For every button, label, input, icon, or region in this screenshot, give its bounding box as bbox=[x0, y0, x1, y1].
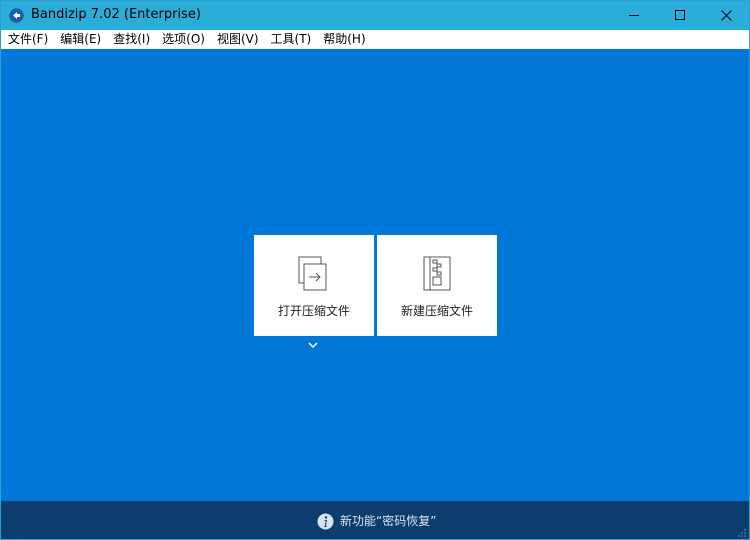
menu-bar: 文件(F) 编辑(E) 查找(I) 选项(O) 视图(V) 工具(T) 帮助(H… bbox=[1, 30, 749, 49]
window-title: Bandizip 7.02 (Enterprise) bbox=[31, 7, 201, 22]
menu-edit[interactable]: 编辑(E) bbox=[54, 31, 107, 48]
menu-options[interactable]: 选项(O) bbox=[156, 31, 211, 48]
maximize-icon bbox=[674, 10, 685, 20]
menu-find[interactable]: 查找(I) bbox=[107, 31, 156, 48]
menu-help[interactable]: 帮助(H) bbox=[317, 31, 371, 48]
open-archive-icon bbox=[298, 256, 327, 291]
main-area: 打开压缩文件 新建压缩文件 bbox=[1, 49, 749, 501]
news-text[interactable]: 新功能“密码恢复” bbox=[340, 513, 436, 530]
open-archive-label: 打开压缩文件 bbox=[277, 304, 350, 318]
menu-view[interactable]: 视图(V) bbox=[211, 31, 265, 48]
menu-file[interactable]: 文件(F) bbox=[1, 31, 54, 48]
title-bar[interactable]: Bandizip 7.02 (Enterprise) bbox=[1, 1, 749, 30]
maximize-button[interactable] bbox=[657, 1, 703, 30]
chevron-down-icon[interactable] bbox=[307, 341, 319, 349]
open-archive-button[interactable]: 打开压缩文件 bbox=[254, 235, 374, 336]
bandizip-logo-icon bbox=[9, 8, 24, 23]
new-archive-icon bbox=[423, 256, 451, 291]
close-icon bbox=[720, 10, 732, 21]
minimize-icon bbox=[628, 15, 639, 16]
app-window: Bandizip 7.02 (Enterprise) 文件(F) 编辑(E) 查… bbox=[0, 0, 750, 540]
info-icon bbox=[317, 513, 334, 530]
resize-grip-icon[interactable] bbox=[737, 528, 747, 538]
menu-tools[interactable]: 工具(T) bbox=[265, 31, 318, 48]
close-button[interactable] bbox=[703, 1, 749, 30]
new-archive-label: 新建压缩文件 bbox=[400, 304, 473, 318]
news-bar[interactable]: 新功能“密码恢复” bbox=[1, 501, 749, 539]
new-archive-button[interactable]: 新建压缩文件 bbox=[377, 235, 497, 336]
minimize-button[interactable] bbox=[611, 1, 657, 30]
